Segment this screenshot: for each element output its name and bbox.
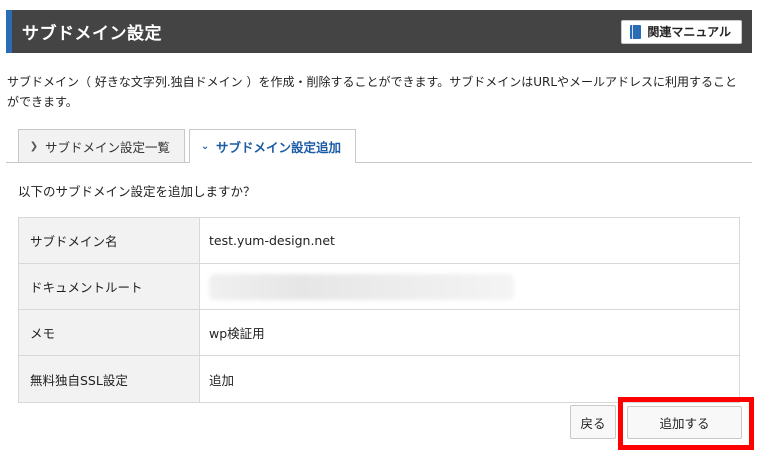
- row-label: サブドメイン名: [19, 218, 200, 263]
- chevron-down-icon: ⌄: [200, 141, 210, 152]
- confirm-table: サブドメイン名 test.yum-design.net ドキュメントルート メモ…: [18, 217, 740, 403]
- confirm-question: 以下のサブドメイン設定を追加しますか？: [18, 184, 256, 199]
- table-row: メモ wp検証用: [19, 310, 739, 356]
- redacted-value: [209, 273, 514, 300]
- row-label: メモ: [19, 310, 200, 355]
- memo-value: wp検証用: [209, 326, 265, 341]
- related-manual-label: 関連マニュアル: [647, 25, 731, 39]
- row-label: ドキュメントルート: [19, 264, 200, 309]
- book-icon: [630, 24, 642, 39]
- back-button[interactable]: 戻る: [570, 405, 616, 439]
- tab-subdomain-list-label: サブドメイン設定一覧: [45, 139, 171, 155]
- related-manual-button[interactable]: 関連マニュアル: [621, 19, 742, 44]
- tab-subdomain-add-label: サブドメイン設定追加: [216, 140, 342, 155]
- tab-bar: ❯ サブドメイン設定一覧 ⌄ サブドメイン設定追加: [18, 129, 357, 163]
- free-ssl-value: 追加: [209, 372, 235, 388]
- tab-subdomain-add[interactable]: ⌄ サブドメイン設定追加: [189, 129, 357, 163]
- tab-subdomain-list[interactable]: ❯ サブドメイン設定一覧: [18, 129, 186, 162]
- page-header: サブドメイン設定 関連マニュアル: [6, 10, 752, 53]
- row-label: 無料独自SSL設定: [19, 356, 200, 402]
- subdomain-name-value: test.yum-design.net: [209, 233, 335, 248]
- table-row: サブドメイン名 test.yum-design.net: [19, 218, 739, 264]
- add-button[interactable]: 追加する: [627, 406, 742, 439]
- document-root-value: [200, 264, 739, 309]
- page-description: サブドメイン（ 好きな文字列.独自ドメイン ）を作成・削除することができます。サ…: [7, 75, 738, 109]
- table-row: 無料独自SSL設定 追加: [19, 356, 739, 402]
- page-title: サブドメイン設定: [22, 24, 162, 44]
- table-row: ドキュメントルート: [19, 264, 739, 310]
- chevron-right-icon: ❯: [29, 140, 39, 152]
